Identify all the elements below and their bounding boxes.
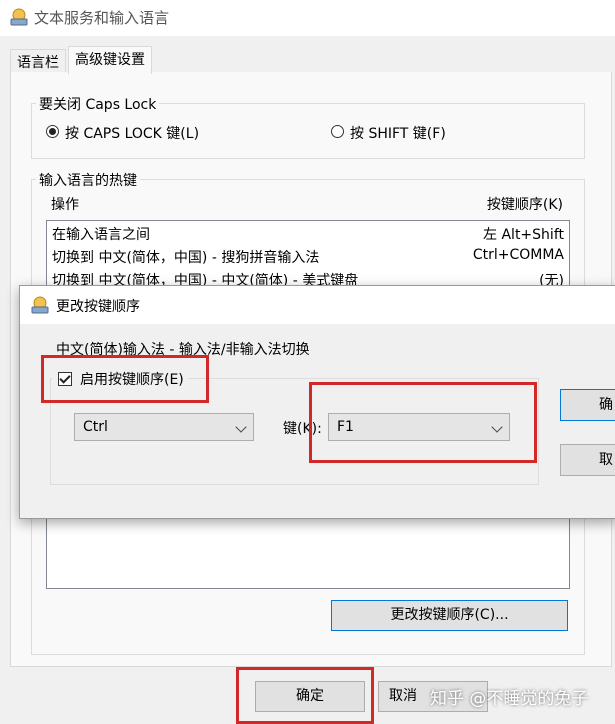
- keyboard-globe-icon: [10, 8, 28, 26]
- key-dropdown-highlight: [309, 382, 537, 463]
- hotkey-row-action[interactable]: 切换到 中文(简体，中国) - 搜狗拼音输入法: [52, 247, 319, 267]
- modifier-dropdown[interactable]: Ctrl: [74, 413, 254, 441]
- tab-advanced-key-settings[interactable]: 高级键设置: [68, 46, 152, 74]
- hotkeys-group-title: 输入语言的热键: [36, 170, 140, 190]
- window-title: 文本服务和输入语言: [34, 9, 170, 27]
- dialog-ok-button[interactable]: 确: [560, 389, 615, 421]
- watermark: 知乎 @不睡觉的兔子: [430, 689, 589, 709]
- change-key-sequence-button[interactable]: 更改按键顺序(C)...: [331, 600, 568, 631]
- shift-option-label: 按 SHIFT 键(F): [350, 126, 446, 142]
- hotkey-row-action[interactable]: 在输入语言之间: [52, 224, 150, 244]
- shift-radio[interactable]: [331, 125, 344, 138]
- enable-checkbox-highlight: [41, 355, 209, 403]
- column-header-key-sequence: 按键顺序(K): [486, 197, 563, 213]
- change-key-sequence-dialog: 更改按键顺序 中文(简体)输入法 - 输入法/非输入法切换 启用按键顺序(E) …: [19, 285, 615, 519]
- dialog-title: 更改按键顺序: [56, 299, 140, 315]
- caps-lock-radio[interactable]: [46, 125, 59, 138]
- caps-lock-option-label: 按 CAPS LOCK 键(L): [65, 126, 200, 142]
- ok-button-highlight: [236, 667, 374, 724]
- caps-lock-group-title: 要关闭 Caps Lock: [36, 94, 160, 114]
- hotkey-row-keys: 左 Alt+Shift: [483, 227, 564, 243]
- modifier-value: Ctrl: [83, 419, 108, 435]
- hotkey-row-keys: Ctrl+COMMA: [472, 247, 564, 263]
- column-header-action: 操作: [51, 197, 79, 213]
- keyboard-globe-icon: [31, 296, 49, 314]
- chevron-down-icon: [235, 421, 247, 433]
- dialog-cancel-button[interactable]: 取: [560, 444, 615, 476]
